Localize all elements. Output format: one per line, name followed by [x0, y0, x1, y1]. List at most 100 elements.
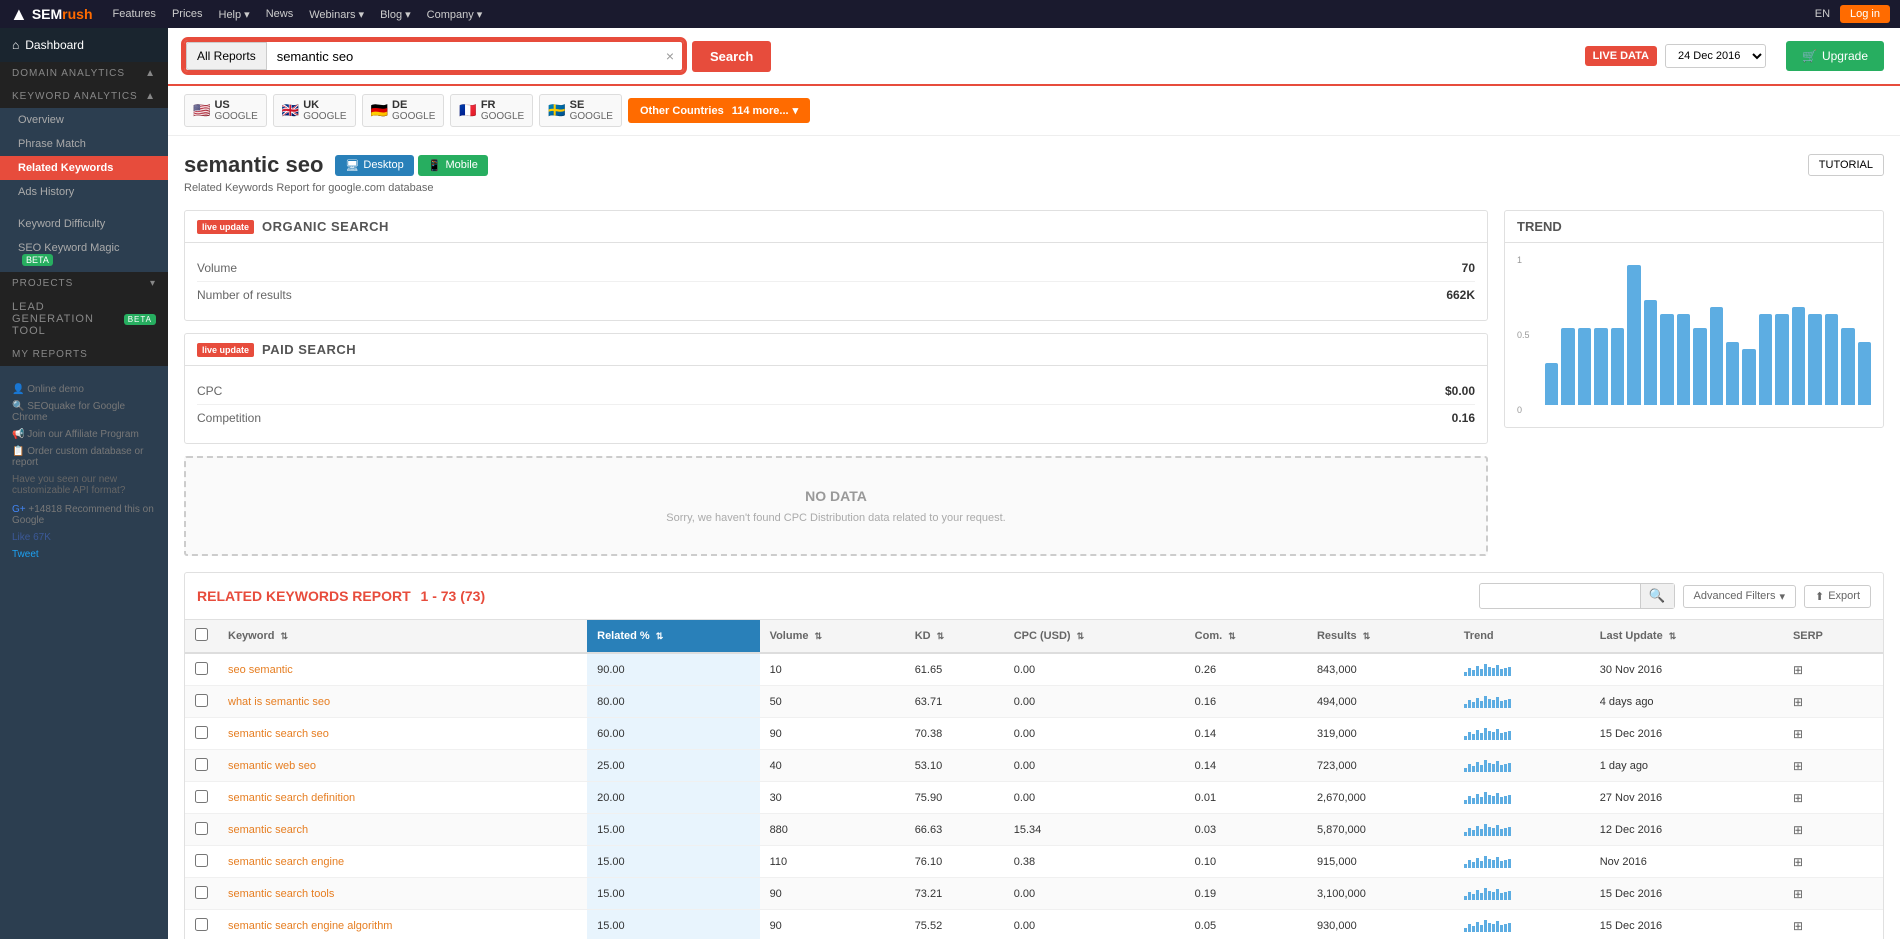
serp-icon[interactable]: ⊞ — [1793, 887, 1803, 901]
mobile-button[interactable]: 📱 Mobile — [418, 155, 488, 176]
serp-icon[interactable]: ⊞ — [1793, 855, 1803, 869]
row-checkbox[interactable] — [195, 854, 208, 867]
sidebar-section-lead-gen[interactable]: Lead Generation Tool BETA — [0, 295, 168, 343]
sidebar-item-ads-history[interactable]: Ads History — [0, 180, 168, 204]
keyword-subtitle: Related Keywords Report for google.com d… — [184, 182, 1884, 194]
table-row: semantic web seo 25.00 40 53.10 0.00 0.1… — [185, 750, 1883, 782]
nav-news[interactable]: News — [266, 8, 294, 21]
serp-icon[interactable]: ⊞ — [1793, 759, 1803, 773]
chart-bar — [1677, 314, 1690, 405]
serp-icon[interactable]: ⊞ — [1793, 823, 1803, 837]
logo[interactable]: ▲ SEM rush — [10, 4, 93, 25]
sidebar-google-recommend[interactable]: G+ +14818 Recommend this on Google — [12, 504, 156, 526]
language-selector[interactable]: EN — [1815, 8, 1830, 20]
th-serp[interactable]: SERP — [1783, 620, 1883, 653]
serp-icon[interactable]: ⊞ — [1793, 663, 1803, 677]
sidebar-seoquake[interactable]: 🔍 SEOquake for Google Chrome — [12, 401, 156, 423]
serp-icon[interactable]: ⊞ — [1793, 727, 1803, 741]
th-volume[interactable]: Volume ⇅ — [760, 620, 905, 653]
sidebar-item-dashboard[interactable]: ⌂ Dashboard — [0, 28, 168, 62]
sidebar-facebook-like[interactable]: Like 67K — [12, 532, 156, 543]
serp-icon[interactable]: ⊞ — [1793, 791, 1803, 805]
keyword-link[interactable]: semantic search seo — [228, 728, 329, 740]
serp-icon[interactable]: ⊞ — [1793, 695, 1803, 709]
desktop-button[interactable]: 🖥 Desktop — [335, 155, 413, 176]
th-cpc[interactable]: CPC (USD) ⇅ — [1004, 620, 1185, 653]
nav-help[interactable]: Help ▾ — [219, 8, 250, 21]
search-input[interactable] — [267, 42, 658, 70]
keyword-link[interactable]: semantic search tools — [228, 888, 334, 900]
row-cpc: 0.00 — [1004, 782, 1185, 814]
filter-search-button[interactable]: 🔍 — [1640, 584, 1674, 608]
row-checkbox[interactable] — [195, 918, 208, 931]
keyword-link[interactable]: what is semantic seo — [228, 696, 330, 708]
sidebar-online-demo[interactable]: 👤 Online demo — [12, 384, 156, 395]
row-checkbox[interactable] — [195, 726, 208, 739]
keyword-link[interactable]: seo semantic — [228, 664, 293, 676]
th-kd[interactable]: KD ⇅ — [905, 620, 1004, 653]
flag-fr[interactable]: 🇫🇷 FR GOOGLE — [450, 94, 533, 127]
sidebar-custom-db[interactable]: 📋 Order custom database or report — [12, 446, 156, 468]
collapse-arrow-projects: ▾ — [150, 278, 156, 289]
sidebar-section-keyword-analytics[interactable]: Keyword Analytics ▲ — [0, 85, 168, 108]
sidebar-api[interactable]: Have you seen our new customizable API f… — [12, 474, 156, 496]
flag-se[interactable]: 🇸🇪 SE GOOGLE — [539, 94, 622, 127]
sidebar-section-domain-analytics[interactable]: Domain Analytics ▲ — [0, 62, 168, 85]
row-results: 930,000 — [1307, 910, 1454, 939]
th-related[interactable]: Related % ⇅ — [587, 620, 759, 653]
row-cpc: 0.00 — [1004, 718, 1185, 750]
tutorial-button[interactable]: TUTORIAL — [1808, 154, 1884, 176]
flag-us[interactable]: 🇺🇸 US GOOGLE — [184, 94, 267, 127]
nav-company[interactable]: Company ▾ — [427, 8, 483, 21]
organic-search-title: ORGANIC SEARCH — [262, 219, 389, 234]
th-last-update[interactable]: Last Update ⇅ — [1590, 620, 1783, 653]
select-all-checkbox[interactable] — [195, 628, 208, 641]
row-checkbox[interactable] — [195, 790, 208, 803]
no-data-title: NO DATA — [216, 488, 1456, 504]
flag-uk[interactable]: 🇬🇧 UK GOOGLE — [273, 94, 356, 127]
keyword-link[interactable]: semantic search engine — [228, 856, 344, 868]
keyword-link[interactable]: semantic web seo — [228, 760, 316, 772]
row-volume: 90 — [760, 910, 905, 939]
row-checkbox[interactable] — [195, 886, 208, 899]
flag-de[interactable]: 🇩🇪 DE GOOGLE — [362, 94, 445, 127]
th-com[interactable]: Com. ⇅ — [1185, 620, 1307, 653]
nav-webinars[interactable]: Webinars ▾ — [309, 8, 364, 21]
sidebar: ⌂ Dashboard Domain Analytics ▲ Keyword A… — [0, 28, 168, 939]
th-keyword[interactable]: Keyword ⇅ — [218, 620, 587, 653]
sidebar-item-seo-keyword-magic[interactable]: SEO Keyword Magic BETA — [0, 236, 168, 272]
all-reports-dropdown[interactable]: All Reports — [186, 42, 267, 70]
sidebar-section-projects[interactable]: Projects ▾ — [0, 272, 168, 295]
row-checkbox[interactable] — [195, 662, 208, 675]
row-checkbox[interactable] — [195, 822, 208, 835]
sidebar-affiliate[interactable]: 📢 Join our Affiliate Program — [12, 429, 156, 440]
date-selector[interactable]: 24 Dec 2016 — [1665, 44, 1766, 68]
clear-search-button[interactable]: × — [658, 42, 682, 70]
filter-input[interactable] — [1480, 586, 1640, 606]
other-countries-dropdown[interactable]: Other Countries 114 more... ▾ — [628, 98, 810, 123]
login-button[interactable]: Log in — [1840, 5, 1890, 23]
keyword-link[interactable]: semantic search definition — [228, 792, 355, 804]
search-button[interactable]: Search — [692, 41, 771, 72]
th-trend[interactable]: Trend — [1454, 620, 1590, 653]
sidebar-item-keyword-difficulty[interactable]: Keyword Difficulty — [0, 212, 168, 236]
sidebar-item-phrase-match[interactable]: Phrase Match — [0, 132, 168, 156]
sidebar-section-my-reports[interactable]: My Reports — [0, 343, 168, 366]
sidebar-item-related-keywords[interactable]: Related Keywords — [0, 156, 168, 180]
row-kd: 63.71 — [905, 686, 1004, 718]
keyword-link[interactable]: semantic search engine algorithm — [228, 920, 392, 932]
sidebar-tweet[interactable]: Tweet — [12, 549, 156, 560]
nav-features[interactable]: Features — [113, 8, 156, 21]
th-results[interactable]: Results ⇅ — [1307, 620, 1454, 653]
keyword-link[interactable]: semantic search — [228, 824, 308, 836]
upgrade-button[interactable]: 🛒 Upgrade — [1786, 41, 1884, 71]
keyword-title: semantic seo — [184, 152, 323, 178]
nav-blog[interactable]: Blog ▾ — [380, 8, 411, 21]
row-checkbox[interactable] — [195, 758, 208, 771]
advanced-filters-button[interactable]: Advanced Filters ▾ — [1683, 585, 1796, 608]
sidebar-item-overview[interactable]: Overview — [0, 108, 168, 132]
nav-prices[interactable]: Prices — [172, 8, 203, 21]
export-button[interactable]: ⬆ Export — [1804, 585, 1871, 608]
row-checkbox[interactable] — [195, 694, 208, 707]
serp-icon[interactable]: ⊞ — [1793, 919, 1803, 933]
